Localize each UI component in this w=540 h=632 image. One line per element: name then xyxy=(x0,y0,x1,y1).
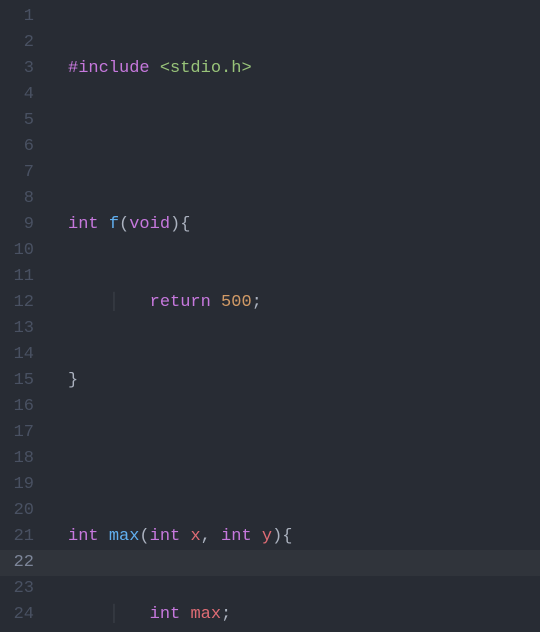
line-number: 6 xyxy=(0,134,48,160)
code-line[interactable] xyxy=(48,134,540,160)
code-line[interactable]: } xyxy=(48,368,540,394)
code-line[interactable]: int max(int x, int y){ xyxy=(48,524,540,550)
line-number: 7 xyxy=(0,160,48,186)
line-number: 23 xyxy=(0,576,48,602)
line-number: 14 xyxy=(0,342,48,368)
line-number: 19 xyxy=(0,472,48,498)
line-number-gutter: 1 2 3 4 5 6 7 8 9 10 11 12 13 14 15 16 1… xyxy=(0,0,48,632)
code-line[interactable]: │ int max; xyxy=(48,602,540,628)
line-number: 12 xyxy=(0,290,48,316)
line-number: 21 xyxy=(0,524,48,550)
line-number: 13 xyxy=(0,316,48,342)
line-number: 20 xyxy=(0,498,48,524)
line-number: 4 xyxy=(0,82,48,108)
line-number: 11 xyxy=(0,264,48,290)
line-number: 18 xyxy=(0,446,48,472)
line-number: 8 xyxy=(0,186,48,212)
code-line[interactable]: int f(void){ xyxy=(48,212,540,238)
line-number: 9 xyxy=(0,212,48,238)
code-line[interactable]: │ return 500; xyxy=(48,290,540,316)
line-number: 1 xyxy=(0,4,48,30)
code-area[interactable]: #include <stdio.h> int f(void){ │ return… xyxy=(48,0,540,632)
line-number: 22 xyxy=(0,550,48,576)
line-number: 3 xyxy=(0,56,48,82)
line-number: 5 xyxy=(0,108,48,134)
line-number: 2 xyxy=(0,30,48,56)
line-number: 16 xyxy=(0,394,48,420)
code-line[interactable] xyxy=(48,446,540,472)
line-number: 10 xyxy=(0,238,48,264)
line-number: 15 xyxy=(0,368,48,394)
line-number: 24 xyxy=(0,602,48,628)
line-number: 17 xyxy=(0,420,48,446)
code-line[interactable]: #include <stdio.h> xyxy=(48,56,540,82)
code-editor: 1 2 3 4 5 6 7 8 9 10 11 12 13 14 15 16 1… xyxy=(0,0,540,632)
